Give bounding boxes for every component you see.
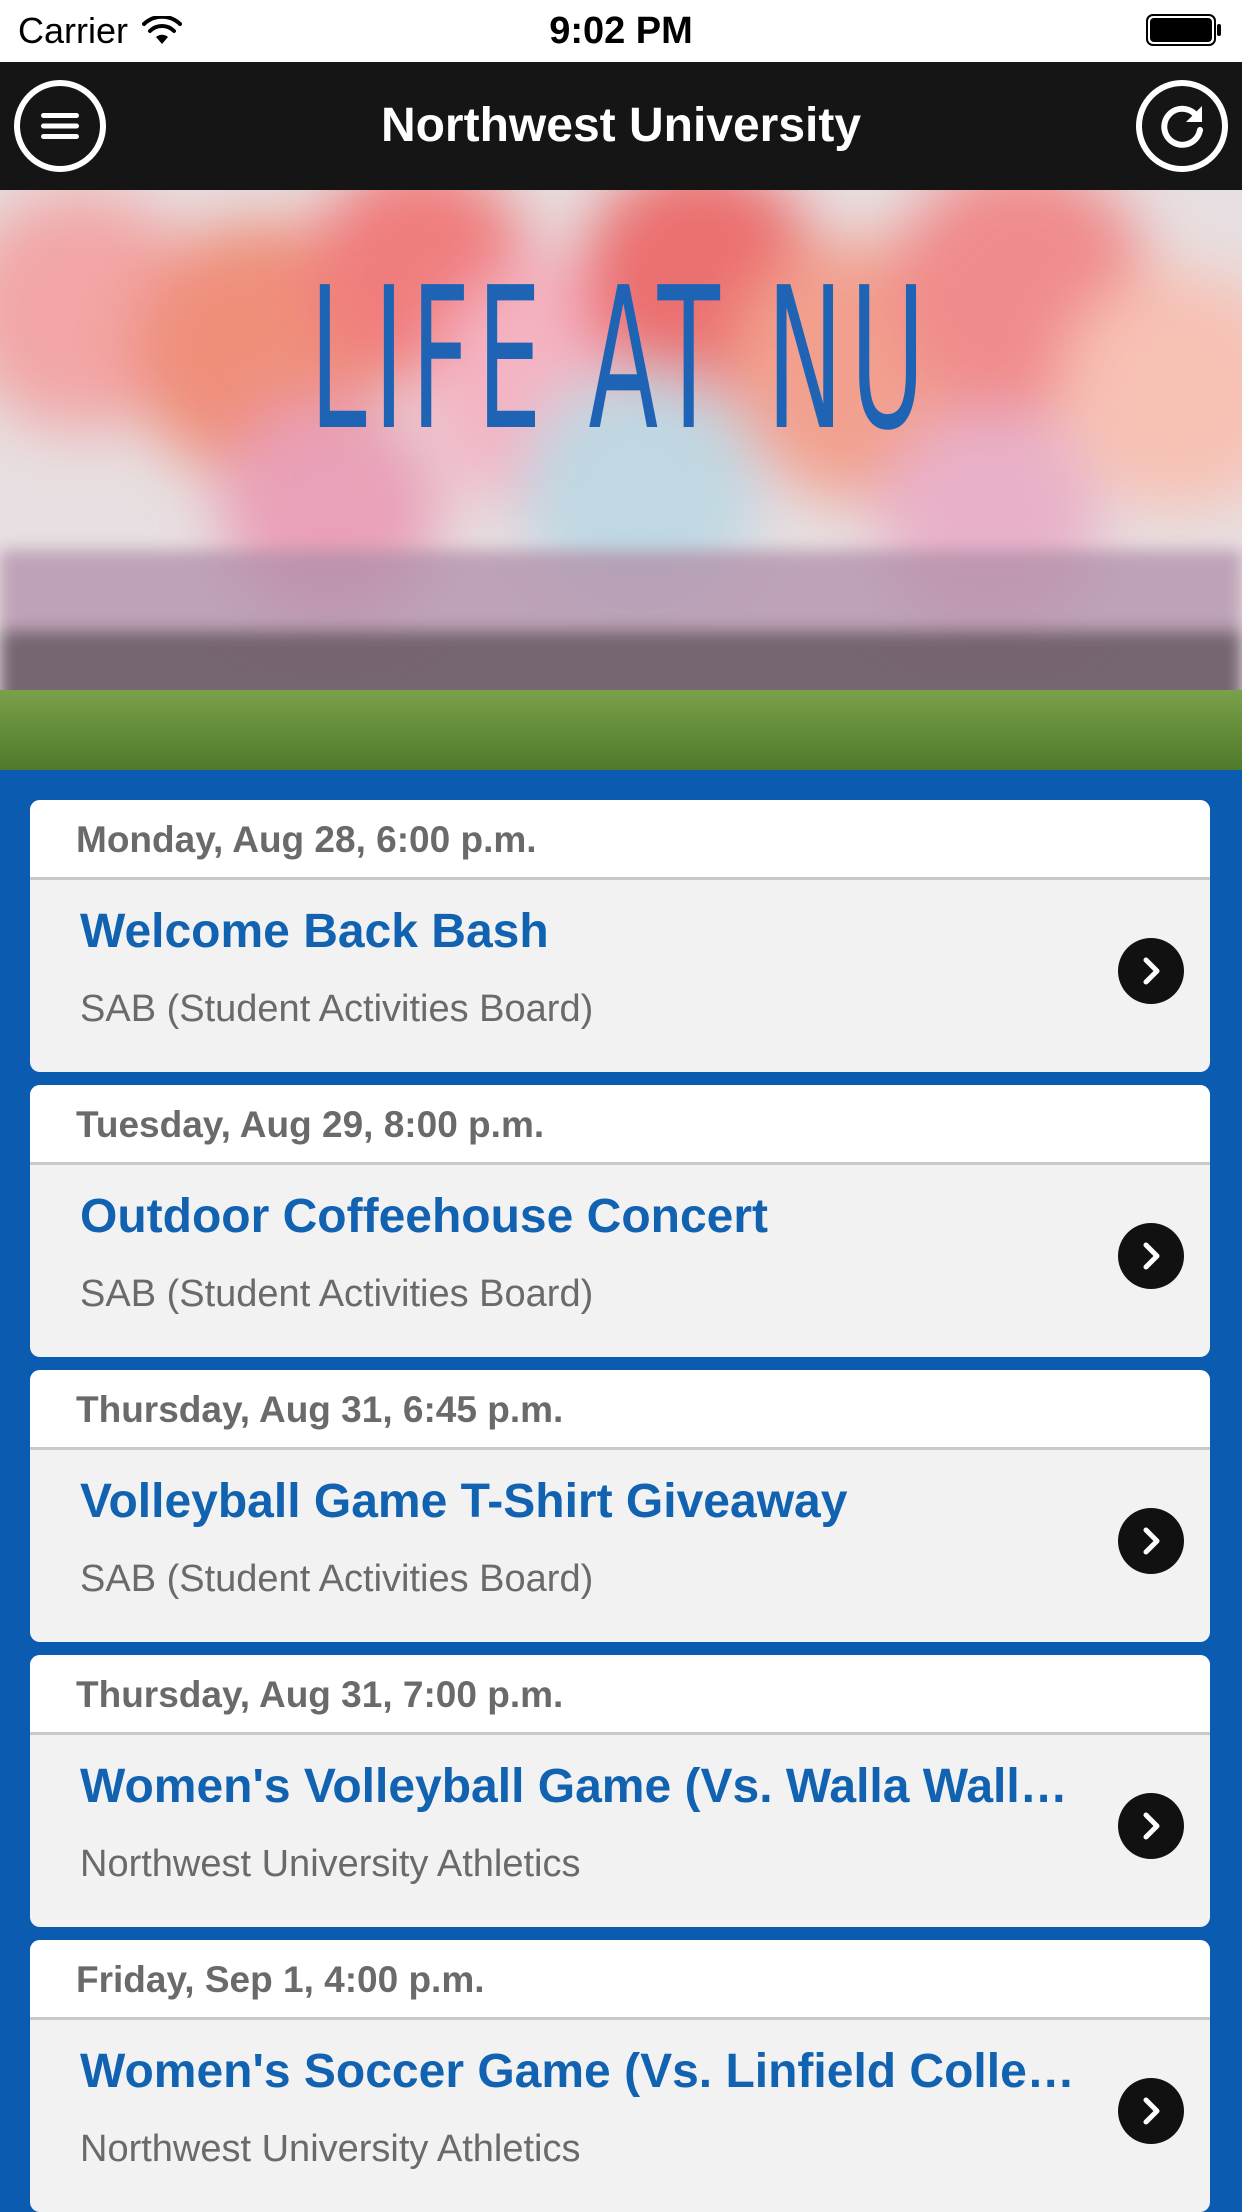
event-title: Volleyball Game T-Shirt Giveaway: [80, 1475, 848, 1528]
event-organizer: SAB (Student Activities Board): [80, 1273, 594, 1315]
event-title: Women's Soccer Game (Vs. Linfield Colle…: [80, 2045, 1075, 2098]
event-card[interactable]: Friday, Sep 1, 4:00 p.m. Women's Soccer …: [30, 1940, 1210, 2212]
event-body: Outdoor Coffeehouse Concert SAB (Student…: [30, 1165, 1210, 1357]
refresh-icon: [1161, 105, 1203, 148]
event-date: Tuesday, Aug 29, 8:00 p.m.: [30, 1085, 1210, 1165]
event-body: Welcome Back Bash SAB (Student Activitie…: [30, 880, 1210, 1072]
event-body: Volleyball Game T-Shirt Giveaway SAB (St…: [30, 1450, 1210, 1642]
event-organizer: SAB (Student Activities Board): [80, 988, 594, 1030]
chevron-right-icon: [1143, 1527, 1160, 1555]
hero-banner: LIFE AT NU: [0, 190, 1242, 770]
chevron-right-icon: [1143, 1242, 1160, 1270]
event-card[interactable]: Monday, Aug 28, 6:00 p.m. Welcome Back B…: [30, 800, 1210, 1072]
event-detail-button[interactable]: [1118, 1793, 1184, 1859]
event-date: Monday, Aug 28, 6:00 p.m.: [30, 800, 1210, 880]
event-detail-button[interactable]: [1118, 938, 1184, 1004]
event-body: Women's Soccer Game (Vs. Linfield Colle……: [30, 2020, 1210, 2212]
event-date: Friday, Sep 1, 4:00 p.m.: [30, 1940, 1210, 2020]
event-detail-button[interactable]: [1118, 1223, 1184, 1289]
event-title: Women's Volleyball Game (Vs. Walla Wall…: [80, 1760, 1068, 1813]
hero-title: LIFE AT NU: [309, 246, 933, 474]
event-title: Welcome Back Bash: [80, 905, 549, 958]
status-time: 9:02 PM: [549, 10, 693, 52]
refresh-button[interactable]: [1136, 80, 1228, 172]
chevron-right-icon: [1143, 2097, 1160, 2125]
chevron-right-icon: [1143, 1812, 1160, 1840]
event-date: Thursday, Aug 31, 6:45 p.m.: [30, 1370, 1210, 1450]
event-organizer: SAB (Student Activities Board): [80, 1558, 594, 1600]
page-title: Northwest University: [380, 99, 862, 152]
event-detail-button[interactable]: [1118, 1508, 1184, 1574]
event-card[interactable]: Thursday, Aug 31, 6:45 p.m. Volleyball G…: [30, 1370, 1210, 1642]
status-bar: Carrier 9:02 PM: [0, 0, 1242, 62]
refresh-button-inner: [1142, 86, 1222, 166]
event-card[interactable]: Thursday, Aug 31, 7:00 p.m. Women's Voll…: [30, 1655, 1210, 1927]
event-date: Thursday, Aug 31, 7:00 p.m.: [30, 1655, 1210, 1735]
event-organizer: Northwest University Athletics: [80, 2128, 581, 2170]
event-organizer: Northwest University Athletics: [80, 1843, 581, 1885]
nav-bar: Northwest University: [0, 62, 1242, 190]
event-body: Women's Volleyball Game (Vs. Walla Wall……: [30, 1735, 1210, 1927]
event-detail-button[interactable]: [1118, 2078, 1184, 2144]
event-card[interactable]: Tuesday, Aug 29, 8:00 p.m. Outdoor Coffe…: [30, 1085, 1210, 1357]
battery-icon: [1146, 14, 1221, 46]
chevron-right-icon: [1143, 957, 1160, 985]
event-title: Outdoor Coffeehouse Concert: [80, 1190, 769, 1243]
